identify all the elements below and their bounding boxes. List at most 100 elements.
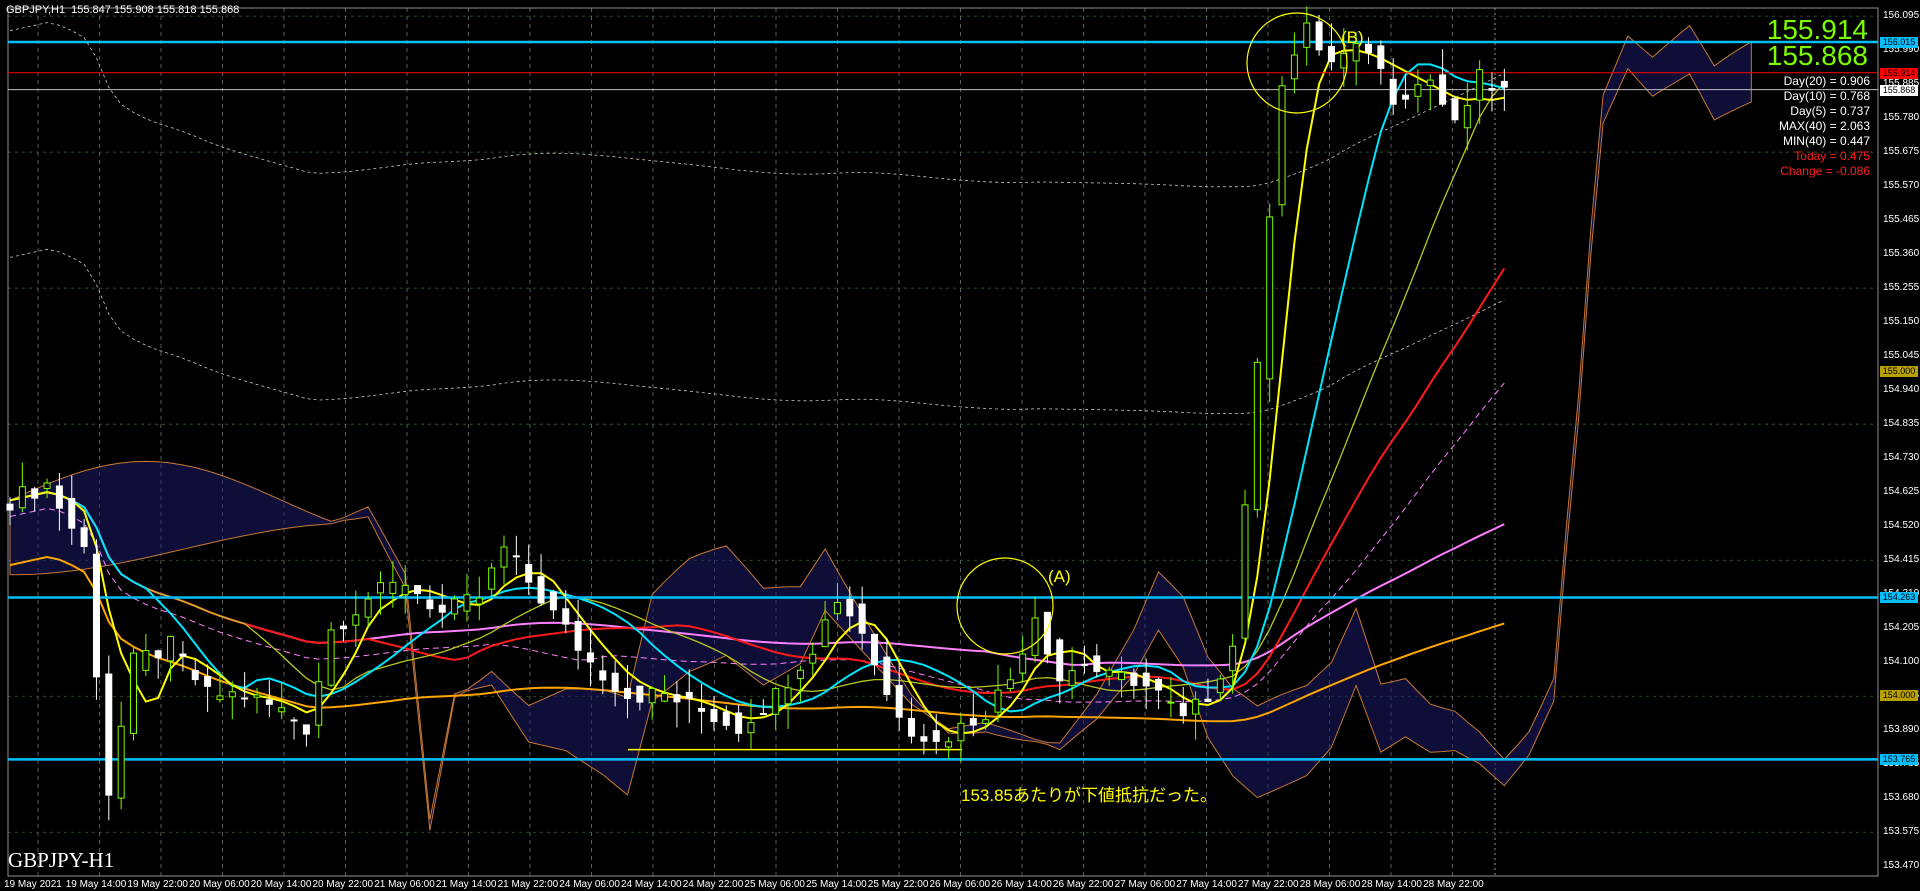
candle-body — [43, 482, 51, 489]
candle-body — [710, 708, 718, 723]
candle-body — [253, 694, 261, 698]
candle-body — [1414, 84, 1422, 97]
candle-body — [599, 670, 607, 681]
stat-line: Today = 0.475 — [1794, 149, 1870, 163]
candle-body — [586, 652, 594, 663]
price-tick-label: 154.835 — [1883, 418, 1920, 430]
candle-body — [302, 724, 310, 735]
candle-body — [352, 614, 360, 626]
candle-body — [451, 598, 459, 615]
candle-body — [401, 584, 409, 596]
candle-body — [1377, 45, 1385, 69]
ask-price: 155.868 — [1766, 40, 1868, 71]
candle-body — [636, 685, 644, 703]
time-tick-label: 26 May 06:00 — [929, 879, 991, 890]
candle-body — [228, 691, 236, 698]
candle-body — [191, 669, 199, 681]
price-tick-label: 154.940 — [1883, 384, 1920, 396]
price-tag: 155.868 — [1880, 84, 1918, 96]
candle-body — [722, 711, 730, 726]
candle-body — [1451, 98, 1459, 121]
candle-body — [747, 722, 755, 734]
candle-body — [772, 688, 780, 715]
candle-body — [611, 672, 619, 692]
ohlc-values: 155.847 155.908 155.818 155.868 — [71, 4, 240, 16]
price-chart[interactable] — [0, 0, 1920, 891]
price-tick-label: 154.205 — [1883, 622, 1920, 634]
ichimoku-cloud — [9, 24, 1752, 831]
candle-body — [846, 598, 854, 617]
candle-body — [1290, 54, 1298, 80]
candle-body — [1327, 45, 1335, 63]
price-tick-label: 153.890 — [1883, 724, 1920, 736]
price-tick-label: 155.465 — [1883, 214, 1920, 226]
time-tick-label: 27 May 06:00 — [1114, 879, 1176, 890]
candle-body — [537, 576, 545, 604]
candle-body — [68, 497, 76, 529]
candle-body — [55, 485, 63, 509]
candle-body — [1229, 645, 1237, 672]
candle-body — [698, 707, 706, 712]
stat-line: Change = -0.086 — [1780, 164, 1870, 178]
price-tag: 156.015 — [1880, 37, 1918, 48]
price-tick-label: 154.625 — [1883, 486, 1920, 498]
candle-body — [685, 691, 693, 699]
time-tick-label: 19 May 2021 — [4, 879, 62, 890]
candle-body — [364, 598, 372, 618]
candle-body — [1130, 672, 1138, 686]
candle-body — [154, 650, 162, 659]
price-tick-label: 155.675 — [1883, 146, 1920, 158]
time-tick-label: 24 May 06:00 — [559, 879, 620, 890]
time-tick-label: 20 May 22:00 — [312, 879, 374, 890]
candle-body — [142, 650, 150, 671]
candle-body — [1488, 88, 1496, 91]
time-tick-label: 19 May 14:00 — [65, 879, 127, 890]
annotation-a: (A) — [1048, 567, 1071, 586]
price-tick-label: 155.045 — [1883, 350, 1920, 362]
candle-body — [1006, 679, 1014, 690]
time-tick-label: 21 May 06:00 — [374, 879, 435, 890]
candle-body — [1463, 104, 1471, 129]
candle-body — [1253, 361, 1261, 511]
time-tick-label: 25 May 06:00 — [744, 879, 805, 890]
candle-body — [327, 629, 335, 686]
candle-body — [1155, 678, 1163, 691]
candle-body — [1216, 678, 1224, 694]
candle-body — [562, 608, 570, 625]
candle-body — [1426, 79, 1434, 87]
price-tag: 153.765 — [1880, 754, 1918, 766]
price-tick-label: 153.575 — [1883, 826, 1920, 838]
candle-body — [1241, 504, 1249, 639]
candle-body — [809, 653, 817, 664]
candle-body — [1167, 701, 1175, 704]
candle-body — [500, 546, 508, 568]
candle-body — [31, 488, 39, 499]
price-tick-label: 155.570 — [1883, 180, 1920, 192]
candle-body — [982, 719, 990, 724]
stat-line: Day(20) = 0.906 — [1783, 74, 1870, 88]
time-tick-label: 21 May 22:00 — [497, 879, 559, 890]
candle-body — [549, 591, 557, 611]
candle-body — [1476, 69, 1484, 101]
candle-body — [574, 621, 582, 651]
candle-body — [92, 553, 100, 678]
candle-body — [204, 676, 212, 687]
candle-body — [833, 601, 841, 615]
price-tick-label: 156.095 — [1883, 10, 1920, 22]
candle-body — [278, 707, 286, 713]
candle-body — [1204, 698, 1212, 703]
range-stats: Day(20) = 0.906 Day(10) = 0.768 Day(5) = 0… — [1779, 74, 1870, 179]
annotation-a-circle — [956, 557, 1054, 655]
candle-body — [1389, 78, 1397, 105]
price-tick-label: 154.100 — [1883, 656, 1920, 668]
candle-body — [735, 712, 743, 734]
time-tick-label: 21 May 14:00 — [435, 879, 497, 890]
candle-body — [1105, 669, 1113, 677]
chart-header: GBPJPY,H1 155.847 155.908 155.818 155.868 — [6, 4, 245, 16]
candle-body — [1402, 94, 1410, 100]
candle-body — [1192, 698, 1200, 715]
time-tick-label: 25 May 14:00 — [806, 879, 867, 890]
candle-body — [512, 555, 520, 558]
time-tick-label: 26 May 14:00 — [991, 879, 1052, 890]
chart-frame — [7, 7, 1879, 877]
